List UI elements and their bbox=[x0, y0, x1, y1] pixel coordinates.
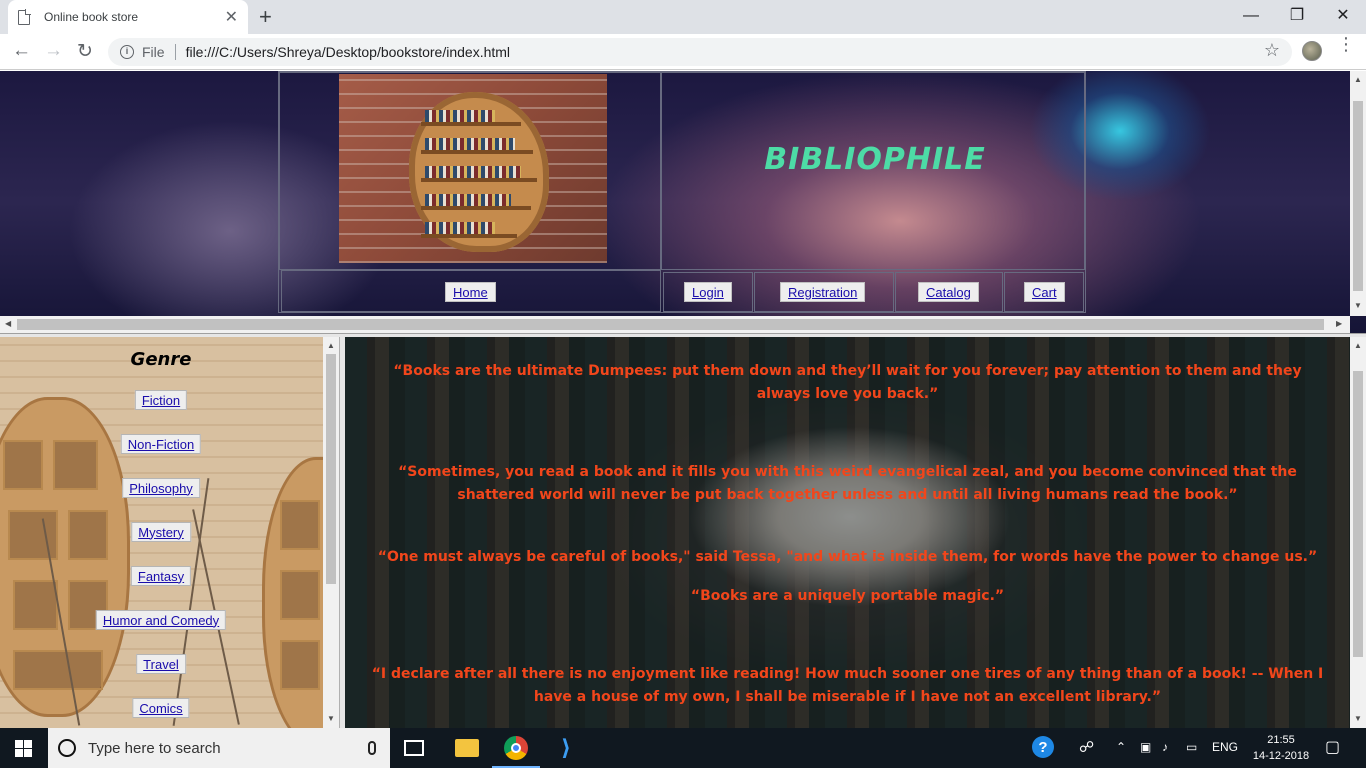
battery-icon[interactable]: ▭ bbox=[1186, 740, 1197, 754]
bookshelf-decoration-left bbox=[0, 397, 130, 717]
tab-title: Online book store bbox=[44, 10, 139, 24]
quotes-frame-scrollbar[interactable]: ▲ ▼ bbox=[1350, 337, 1366, 728]
vscode-icon[interactable]: ⟩ bbox=[554, 736, 578, 760]
site-info-icon[interactable]: i bbox=[120, 45, 134, 59]
windows-start-icon[interactable] bbox=[15, 740, 32, 757]
genre-frame-scrollbar[interactable]: ▲ ▼ bbox=[323, 337, 339, 728]
cortana-icon bbox=[58, 739, 76, 757]
people-icon[interactable]: ☍ bbox=[1079, 738, 1094, 756]
nav-home-button[interactable]: Home bbox=[445, 282, 496, 302]
forward-icon[interactable]: → bbox=[44, 40, 63, 62]
head-bookshelf-graphic bbox=[409, 92, 549, 252]
genre-travel-button[interactable]: Travel bbox=[136, 654, 186, 674]
microphone-icon[interactable] bbox=[368, 741, 376, 755]
genre-heading: Genre bbox=[130, 349, 192, 370]
restore-button[interactable]: ❐ bbox=[1274, 2, 1320, 30]
genre-fiction-button[interactable]: Fiction bbox=[134, 390, 188, 410]
quote-1: “Books are the ultimate Dumpees: put the… bbox=[393, 363, 1302, 402]
taskbar-search-placeholder: Type here to search bbox=[88, 739, 221, 757]
volume-icon[interactable]: ♪ bbox=[1162, 740, 1168, 754]
quote-5: “I declare after all there is no enjoyme… bbox=[371, 666, 1324, 705]
quotes-frame: “Books are the ultimate Dumpees: put the… bbox=[345, 337, 1350, 728]
genre-mystery-button[interactable]: Mystery bbox=[131, 522, 191, 542]
network-icon[interactable]: ▣ bbox=[1140, 740, 1151, 754]
scheme-label: File bbox=[142, 44, 165, 60]
task-view-icon[interactable] bbox=[404, 740, 424, 756]
tab-close-icon[interactable]: ✕ bbox=[225, 7, 238, 27]
new-tab-button[interactable]: + bbox=[259, 4, 272, 30]
action-center-icon[interactable]: ▢ bbox=[1325, 737, 1340, 757]
bookmark-star-icon[interactable]: ☆ bbox=[1264, 40, 1280, 61]
language-indicator[interactable]: ENG bbox=[1212, 740, 1238, 754]
show-hidden-icons-icon[interactable]: ⌃ bbox=[1116, 740, 1126, 754]
genre-non-fiction-button[interactable]: Non-Fiction bbox=[120, 434, 202, 454]
reload-icon[interactable]: ↻ bbox=[77, 40, 93, 63]
page-icon bbox=[18, 8, 31, 25]
genre-humor-comedy-button[interactable]: Humor and Comedy bbox=[95, 610, 227, 630]
browser-toolbar: ← → ↻ i File file:///C:/Users/Shreya/Des… bbox=[0, 34, 1366, 70]
genre-frame: Genre Fiction Non-Fiction Philosophy Mys… bbox=[0, 337, 339, 728]
clock-date: 14-12-2018 bbox=[1252, 750, 1310, 762]
nav-catalog-button[interactable]: Catalog bbox=[918, 282, 979, 302]
logo-cell bbox=[279, 72, 661, 270]
genre-fantasy-button[interactable]: Fantasy bbox=[130, 566, 192, 586]
quote-2: “Sometimes, you read a book and it fills… bbox=[398, 464, 1297, 503]
minimize-button[interactable]: — bbox=[1228, 2, 1274, 30]
genre-comics-button[interactable]: Comics bbox=[132, 698, 190, 718]
bookstore-logo-image bbox=[339, 74, 607, 263]
address-bar[interactable]: i File file:///C:/Users/Shreya/Desktop/b… bbox=[108, 38, 1292, 66]
system-clock[interactable]: 21:55 14-12-2018 bbox=[1246, 732, 1316, 764]
windows-taskbar: Type here to search ⟩ ? ☍ ⌃ ▣ ♪ ▭ ENG 21… bbox=[0, 728, 1366, 768]
browser-tab[interactable]: Online book store ✕ bbox=[8, 0, 248, 34]
nav-cart-button[interactable]: Cart bbox=[1024, 282, 1065, 302]
address-separator bbox=[174, 44, 176, 60]
quote-3: “One must always be careful of books," s… bbox=[377, 549, 1318, 565]
chrome-icon[interactable] bbox=[504, 736, 528, 760]
url-text[interactable]: file:///C:/Users/Shreya/Desktop/bookstor… bbox=[186, 44, 510, 60]
file-explorer-icon[interactable] bbox=[455, 739, 479, 757]
nav-login-button[interactable]: Login bbox=[684, 282, 732, 302]
browser-menu-icon[interactable]: ⋮ bbox=[1337, 35, 1355, 53]
browser-tab-bar: Online book store ✕ + — ❐ ✕ bbox=[0, 0, 1366, 34]
profile-avatar[interactable] bbox=[1302, 41, 1322, 61]
quote-4: “Books are a uniquely portable magic.” bbox=[690, 588, 1005, 604]
back-icon[interactable]: ← bbox=[12, 40, 31, 62]
genre-philosophy-button[interactable]: Philosophy bbox=[122, 478, 200, 498]
header-vertical-scrollbar[interactable]: ▲ ▼ bbox=[1350, 71, 1366, 316]
header-horizontal-scrollbar[interactable]: ◀ ▶ bbox=[0, 316, 1350, 333]
header-frame: BIBLIOPHILE Home Login Registration Cata… bbox=[0, 71, 1366, 333]
help-icon[interactable]: ? bbox=[1032, 736, 1054, 758]
nav-registration-button[interactable]: Registration bbox=[780, 282, 866, 302]
close-window-button[interactable]: ✕ bbox=[1320, 2, 1366, 30]
taskbar-search-box[interactable]: Type here to search bbox=[48, 728, 390, 768]
header-table: BIBLIOPHILE Home Login Registration Cata… bbox=[278, 71, 1086, 313]
clock-time: 21:55 bbox=[1267, 734, 1295, 746]
site-title: BIBLIOPHILE bbox=[764, 142, 986, 177]
